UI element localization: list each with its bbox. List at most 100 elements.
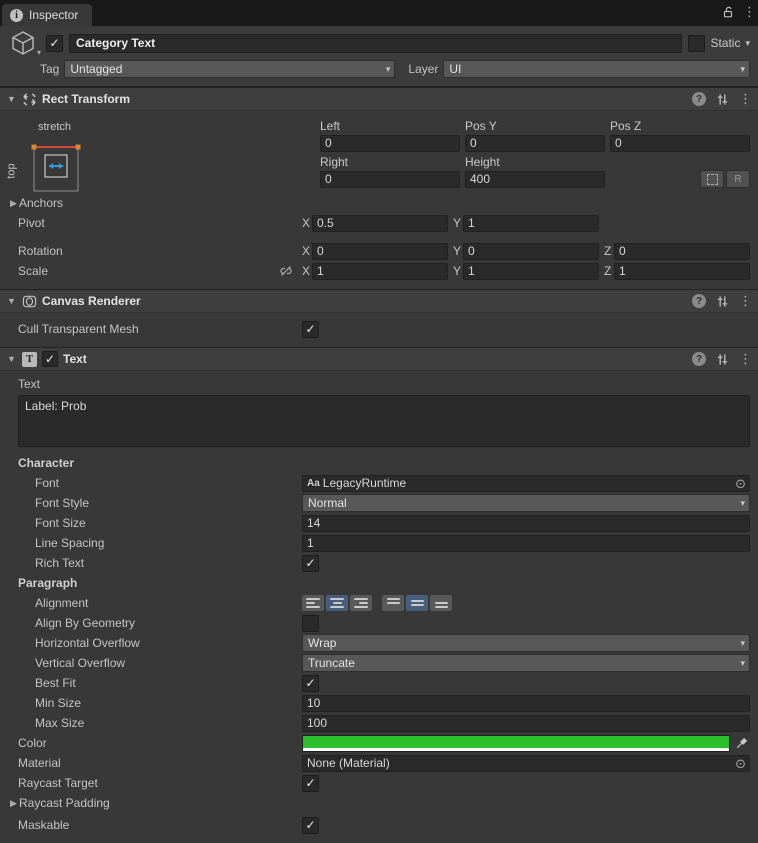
text-field-label: Text	[18, 377, 41, 391]
blueprint-mode-button[interactable]	[700, 170, 724, 188]
static-dropdown-icon[interactable]: ▾	[745, 38, 750, 49]
static-checkbox[interactable]	[688, 34, 706, 52]
canvas-renderer-header[interactable]: ▼ Canvas Renderer ? ⋮	[0, 290, 758, 313]
foldout-icon[interactable]: ▼	[6, 94, 17, 104]
max-size-label: Max Size	[35, 716, 85, 730]
static-label: Static	[710, 36, 741, 50]
best-fit-checkbox[interactable]: ✓	[302, 674, 319, 692]
vertical-overflow-label: Vertical Overflow	[35, 656, 126, 670]
font-size-field[interactable]: 14	[302, 514, 750, 532]
inspector-tab-bar: i Inspector ⋮	[0, 0, 758, 26]
help-icon[interactable]: ?	[692, 294, 706, 308]
rect-transform-header[interactable]: ▼ Rect Transform ? ⋮	[0, 88, 758, 111]
max-size-field[interactable]: 100	[302, 714, 750, 732]
align-right-button[interactable]	[350, 595, 372, 611]
canvas-renderer-component: ▼ Canvas Renderer ? ⋮ Cull Transparent M…	[0, 289, 758, 347]
line-spacing-field[interactable]: 1	[302, 534, 750, 552]
anchor-preset-widget[interactable]: stretch top	[6, 121, 90, 201]
maskable-checkbox[interactable]: ✓	[302, 816, 319, 834]
cull-transparent-mesh-label: Cull Transparent Mesh	[18, 322, 139, 336]
component-title: Rect Transform	[42, 92, 131, 106]
rotation-y-field[interactable]: 0	[463, 242, 599, 260]
kebab-menu-icon[interactable]: ⋮	[739, 351, 752, 367]
gameobject-name-field[interactable]: Category Text	[69, 33, 683, 53]
presets-icon[interactable]	[716, 353, 729, 366]
font-size-label: Font Size	[35, 516, 86, 530]
pos-z-label: Pos Z	[610, 119, 642, 133]
pivot-x-field[interactable]: 0.5	[312, 214, 448, 232]
align-by-geometry-checkbox[interactable]	[302, 614, 319, 632]
tag-label: Tag	[40, 62, 60, 76]
object-picker-icon[interactable]: ⊙	[735, 756, 746, 771]
pivot-label: Pivot	[18, 216, 45, 230]
scale-y-field[interactable]: 1	[463, 262, 599, 280]
left-field[interactable]: 0	[320, 134, 460, 152]
raycast-padding-foldout-icon[interactable]: ▶	[8, 798, 19, 809]
blueprint-icon	[706, 173, 718, 185]
gameobject-header: ▾ ✓ Category Text Static ▾ Tag Untagged …	[0, 26, 758, 87]
rect-transform-icon	[22, 92, 37, 107]
anchor-vertical-label: top	[5, 163, 18, 179]
material-object-field[interactable]: None (Material) ⊙	[302, 754, 750, 772]
kebab-menu-icon[interactable]: ⋮	[739, 91, 752, 107]
scale-x-field[interactable]: 1	[312, 262, 448, 280]
rotation-x-field[interactable]: 0	[312, 242, 448, 260]
raycast-padding-label: Raycast Padding	[19, 796, 110, 810]
horizontal-overflow-dropdown[interactable]: Wrap ▾	[302, 634, 750, 652]
rect-transform-body: stretch top Left Pos Y Pos Z 0 0 0 Right…	[0, 111, 758, 289]
line-spacing-label: Line Spacing	[35, 536, 105, 550]
right-label: Right	[320, 155, 349, 169]
vertical-overflow-dropdown[interactable]: Truncate ▾	[302, 654, 750, 672]
foldout-icon[interactable]: ▼	[6, 354, 17, 364]
layer-dropdown[interactable]: UI ▾	[443, 60, 750, 78]
pos-z-field[interactable]: 0	[610, 134, 750, 152]
text-enabled-checkbox[interactable]: ✓	[42, 351, 58, 367]
rotation-z-field[interactable]: 0	[614, 242, 750, 260]
pos-y-field[interactable]: 0	[465, 134, 605, 152]
alpha-bar	[303, 747, 729, 751]
gameobject-cube-icon[interactable]: ▾	[8, 28, 41, 58]
height-label: Height	[465, 155, 500, 169]
raycast-target-checkbox[interactable]: ✓	[302, 774, 319, 792]
raw-edit-mode-button[interactable]: R	[726, 170, 750, 188]
tab-inspector[interactable]: i Inspector	[2, 4, 93, 26]
foldout-icon[interactable]: ▼	[6, 296, 17, 306]
presets-icon[interactable]	[716, 93, 729, 106]
font-style-dropdown[interactable]: Normal ▾	[302, 494, 750, 512]
right-field[interactable]: 0	[320, 170, 460, 188]
chevron-down-icon: ▾	[740, 657, 745, 668]
align-center-button[interactable]	[326, 595, 348, 611]
paragraph-section-label: Paragraph	[18, 576, 78, 590]
help-icon[interactable]: ?	[692, 92, 706, 106]
material-label: Material	[18, 756, 61, 770]
kebab-menu-icon[interactable]: ⋮	[739, 293, 752, 309]
tab-menu-icon[interactable]: ⋮	[743, 4, 756, 20]
height-field[interactable]: 400	[465, 170, 605, 188]
min-size-field[interactable]: 10	[302, 694, 750, 712]
lock-icon[interactable]	[721, 5, 735, 19]
pivot-y-field[interactable]: 1	[463, 214, 599, 232]
chevron-down-icon: ▾	[740, 63, 745, 74]
color-swatch[interactable]	[302, 734, 730, 752]
object-picker-icon[interactable]: ⊙	[735, 476, 746, 491]
help-icon[interactable]: ?	[692, 352, 706, 366]
tab-inspector-label: Inspector	[29, 8, 79, 22]
scale-z-field[interactable]: 1	[614, 262, 750, 280]
chevron-down-icon: ▾	[385, 63, 391, 74]
align-left-button[interactable]	[302, 595, 324, 611]
cull-transparent-mesh-checkbox[interactable]: ✓	[302, 320, 319, 338]
gameobject-active-checkbox[interactable]: ✓	[46, 34, 63, 52]
tag-dropdown[interactable]: Untagged ▾	[64, 60, 396, 78]
font-object-field[interactable]: Aa LegacyRuntime ⊙	[302, 474, 750, 492]
text-component-header[interactable]: ▼ T ✓ Text ? ⋮	[0, 348, 758, 371]
rich-text-checkbox[interactable]: ✓	[302, 554, 319, 572]
align-by-geometry-label: Align By Geometry	[35, 616, 136, 630]
align-top-button[interactable]	[382, 595, 404, 611]
eyedropper-icon[interactable]	[732, 735, 750, 751]
align-bottom-button[interactable]	[430, 595, 452, 611]
info-icon: i	[10, 8, 23, 22]
unlink-scale-icon[interactable]	[278, 264, 294, 278]
align-middle-button[interactable]	[406, 595, 428, 611]
presets-icon[interactable]	[716, 295, 729, 308]
text-value-textarea[interactable]: Label: Prob	[18, 395, 750, 447]
